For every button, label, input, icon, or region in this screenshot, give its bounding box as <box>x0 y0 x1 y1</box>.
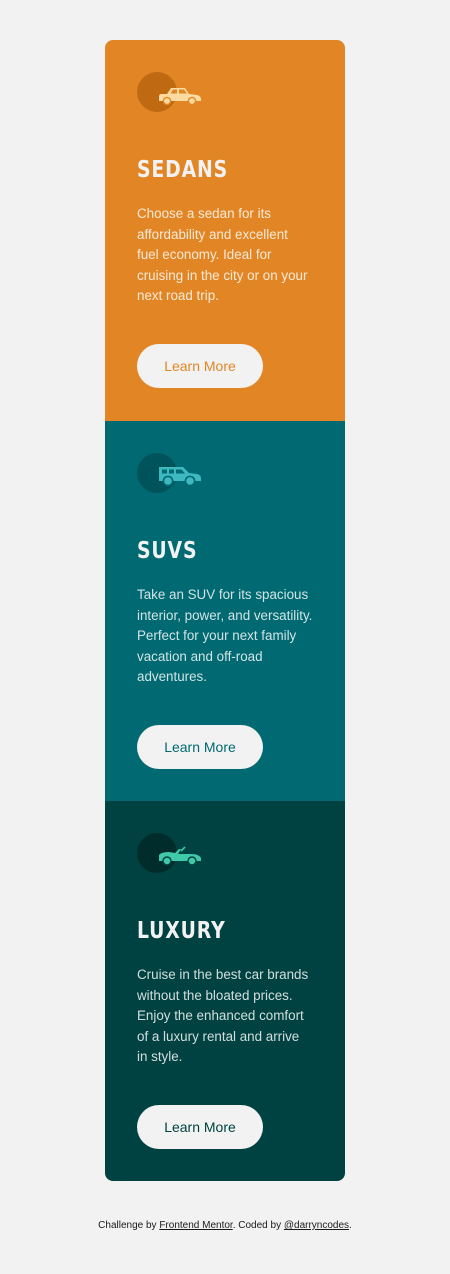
footer-middle: . Coded by <box>232 1220 284 1231</box>
card-sedans: SEDANS Choose a sedan for its affordabil… <box>105 40 345 421</box>
luxury-icon-wrap <box>137 833 207 873</box>
car-cards-container: SEDANS Choose a sedan for its affordabil… <box>105 40 345 1181</box>
card-title: LUXURY <box>137 918 226 944</box>
footer-suffix: . <box>349 1220 352 1231</box>
attribution-footer: Challenge by Frontend Mentor. Coded by @… <box>0 1220 450 1231</box>
card-title: SEDANS <box>137 157 229 183</box>
card-description: Take an SUV for its spacious interior, p… <box>137 587 313 684</box>
suv-icon-wrap <box>137 453 207 493</box>
learn-more-button-suvs[interactable]: Learn More <box>137 725 263 769</box>
card-suvs: SUVS Take an SUV for its spacious interi… <box>105 421 345 801</box>
card-description: Cruise in the best car brands without th… <box>137 967 309 1064</box>
footer-prefix: Challenge by <box>98 1220 160 1231</box>
luxury-car-icon <box>159 846 201 866</box>
frontend-mentor-link[interactable]: Frontend Mentor <box>159 1220 232 1231</box>
sedan-icon-wrap <box>137 72 207 112</box>
sedan-car-icon <box>159 88 201 106</box>
card-title: SUVS <box>137 538 198 564</box>
author-link[interactable]: @darryncodes <box>284 1220 349 1231</box>
card-description: Choose a sedan for its affordability and… <box>137 206 308 303</box>
suv-car-icon <box>159 467 201 487</box>
card-luxury: LUXURY Cruise in the best car brands wit… <box>105 801 345 1181</box>
learn-more-button-luxury[interactable]: Learn More <box>137 1105 263 1149</box>
learn-more-button-sedans[interactable]: Learn More <box>137 344 263 388</box>
